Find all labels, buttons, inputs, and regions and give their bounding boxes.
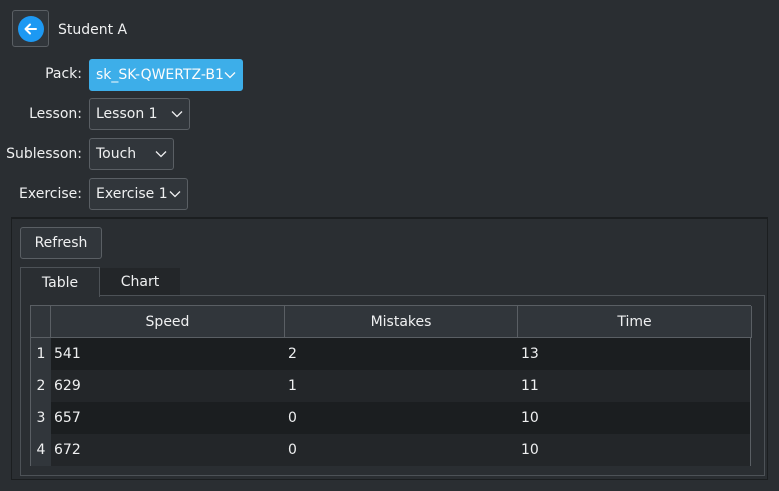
sublesson-dropdown[interactable]: Touch xyxy=(89,138,174,170)
pack-dropdown[interactable]: sk_SK-QWERTZ-B1 xyxy=(89,59,243,91)
time-cell: 10 xyxy=(521,442,539,458)
row-number: 3 xyxy=(31,402,51,434)
speed-cell: 541 xyxy=(54,346,81,362)
lesson-label: Lesson: xyxy=(29,106,82,122)
speed-cell: 672 xyxy=(54,442,81,458)
exercise-dropdown[interactable]: Exercise 1 xyxy=(89,178,188,210)
time-cell: 10 xyxy=(521,410,539,426)
back-button[interactable] xyxy=(12,10,49,47)
column-header-mistakes[interactable]: Mistakes xyxy=(285,306,518,338)
tab-chart[interactable]: Chart xyxy=(100,268,180,295)
row-number: 2 xyxy=(31,370,51,402)
table-row[interactable]: 4 672 0 10 xyxy=(31,434,750,466)
sublesson-value: Touch xyxy=(96,146,137,162)
exercise-label: Exercise: xyxy=(19,186,82,202)
table-row[interactable]: 3 657 0 10 xyxy=(31,402,750,434)
column-header-speed[interactable]: Speed xyxy=(51,306,285,338)
mistakes-cell: 0 xyxy=(288,410,297,426)
refresh-button[interactable]: Refresh xyxy=(20,227,102,259)
exercise-value: Exercise 1 xyxy=(96,186,168,202)
speed-cell: 657 xyxy=(54,410,81,426)
table-row[interactable]: 1 541 2 13 xyxy=(31,338,750,370)
table-row[interactable]: 2 629 1 11 xyxy=(31,370,750,402)
arrow-left-icon xyxy=(17,15,44,42)
lesson-dropdown[interactable]: Lesson 1 xyxy=(89,98,190,130)
user-name: Student A xyxy=(58,22,128,38)
pack-value: sk_SK-QWERTZ-B1 xyxy=(96,67,224,83)
chevron-down-icon xyxy=(169,190,181,198)
results-table: Speed Mistakes Time 1 541 2 13 2 629 1 1… xyxy=(30,305,752,466)
row-number: 1 xyxy=(31,338,51,370)
chevron-down-icon xyxy=(171,110,183,118)
table-corner[interactable] xyxy=(31,306,51,338)
pack-label: Pack: xyxy=(45,66,82,82)
mistakes-cell: 2 xyxy=(288,346,297,362)
lesson-value: Lesson 1 xyxy=(96,106,158,122)
chevron-down-icon xyxy=(155,150,167,158)
time-cell: 11 xyxy=(521,378,539,394)
mistakes-cell: 1 xyxy=(288,378,297,394)
time-cell: 13 xyxy=(521,346,539,362)
sublesson-label: Sublesson: xyxy=(6,146,82,162)
mistakes-cell: 0 xyxy=(288,442,297,458)
speed-cell: 629 xyxy=(54,378,81,394)
tab-table[interactable]: Table xyxy=(20,267,100,297)
row-number: 4 xyxy=(31,434,51,466)
chevron-down-icon xyxy=(224,71,236,79)
column-header-time[interactable]: Time xyxy=(518,306,752,338)
